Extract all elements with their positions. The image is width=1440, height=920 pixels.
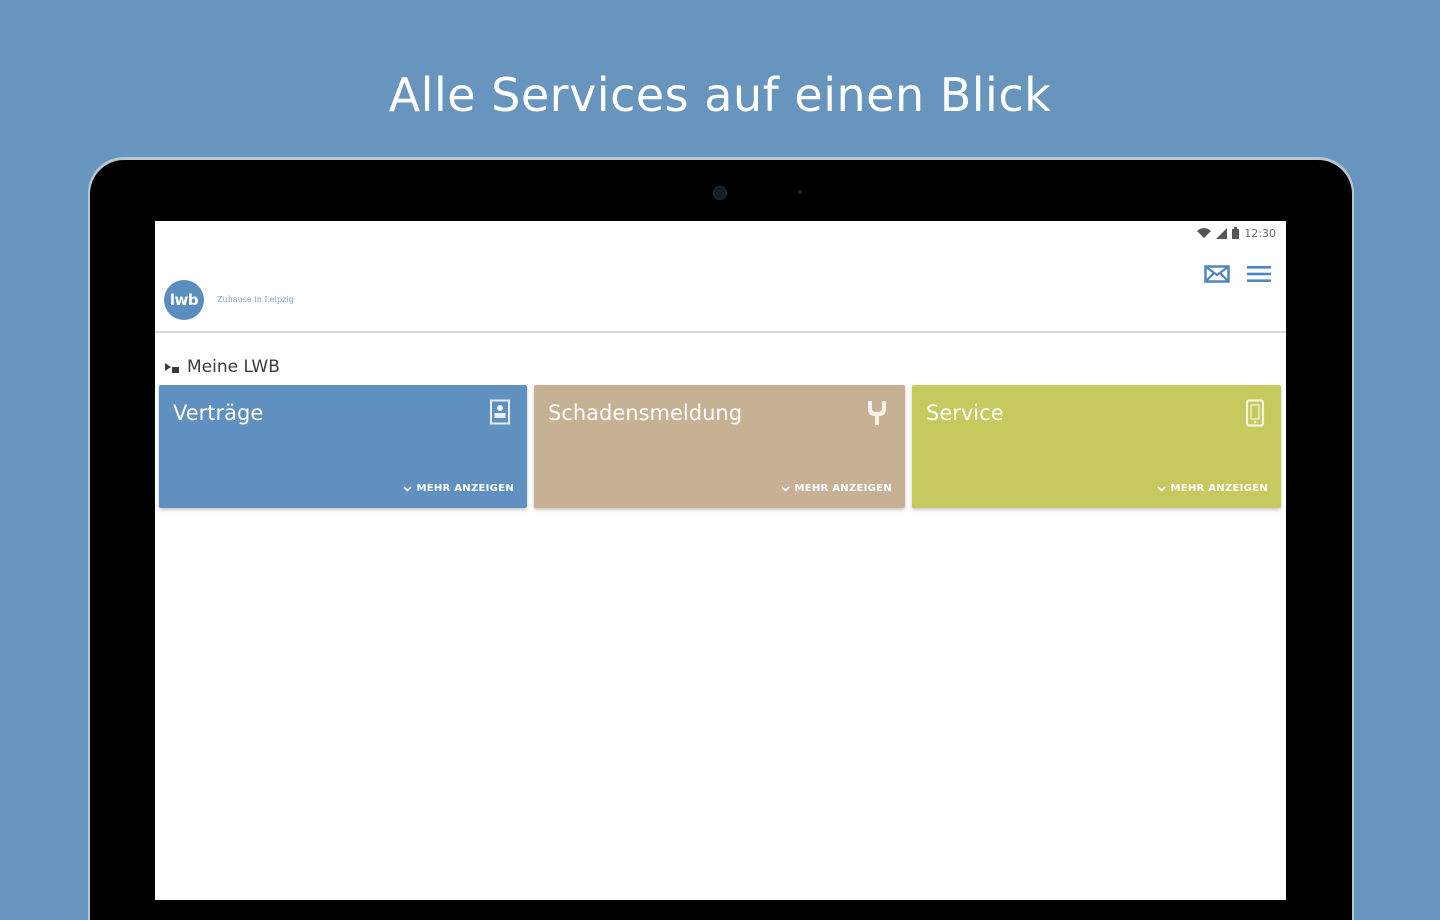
menu-icon [1247, 266, 1271, 282]
chevron-down-icon [403, 485, 413, 492]
more-button[interactable]: MEHR ANZEIGEN [781, 483, 892, 494]
logo-tagline: Zuhause in Leipzig [217, 295, 295, 304]
section-title: Meine LWB [187, 357, 280, 377]
sensor-dot [798, 190, 802, 194]
more-label: MEHR ANZEIGEN [794, 483, 892, 494]
mail-button[interactable] [1204, 261, 1230, 287]
status-bar: 12:30 [1197, 225, 1276, 241]
signal-icon [1216, 227, 1228, 239]
tile-vertraege[interactable]: Verträge MEHR ANZEIGEN [159, 385, 527, 508]
tile-title: Schadensmeldung [548, 401, 743, 425]
more-label: MEHR ANZEIGEN [416, 483, 514, 494]
camera-icon [713, 186, 727, 200]
app-bar: lwb Zuhause in Leipzig [155, 245, 1286, 333]
mobile-icon [1245, 399, 1265, 431]
chevron-down-icon [781, 485, 791, 492]
tile-title: Verträge [173, 401, 264, 425]
app-bar-actions [1204, 261, 1272, 287]
battery-icon [1232, 227, 1240, 239]
tablet-screen: 12:30 lwb Zuhause in Leipzig Meine LWB V… [155, 221, 1286, 900]
lwb-logo[interactable]: lwb [164, 280, 204, 320]
mail-icon [1204, 265, 1230, 283]
more-label: MEHR ANZEIGEN [1170, 483, 1268, 494]
status-time: 12:30 [1244, 226, 1276, 240]
tile-title: Service [926, 401, 1004, 425]
tile-service[interactable]: Service MEHR ANZEIGEN [912, 385, 1281, 508]
more-button[interactable]: MEHR ANZEIGEN [1157, 483, 1268, 494]
tile-schadensmeldung[interactable]: Schadensmeldung MEHR ANZEIGEN [534, 385, 905, 508]
section-header: Meine LWB [165, 357, 280, 377]
promo-headline: Alle Services auf einen Blick [388, 68, 1052, 122]
more-button[interactable]: MEHR ANZEIGEN [403, 483, 514, 494]
plumbing-icon [865, 399, 889, 431]
wifi-icon [1197, 227, 1212, 238]
chevron-down-icon [1157, 485, 1167, 492]
contract-icon [489, 399, 511, 429]
menu-button[interactable] [1246, 261, 1272, 287]
home-icon [165, 361, 179, 373]
